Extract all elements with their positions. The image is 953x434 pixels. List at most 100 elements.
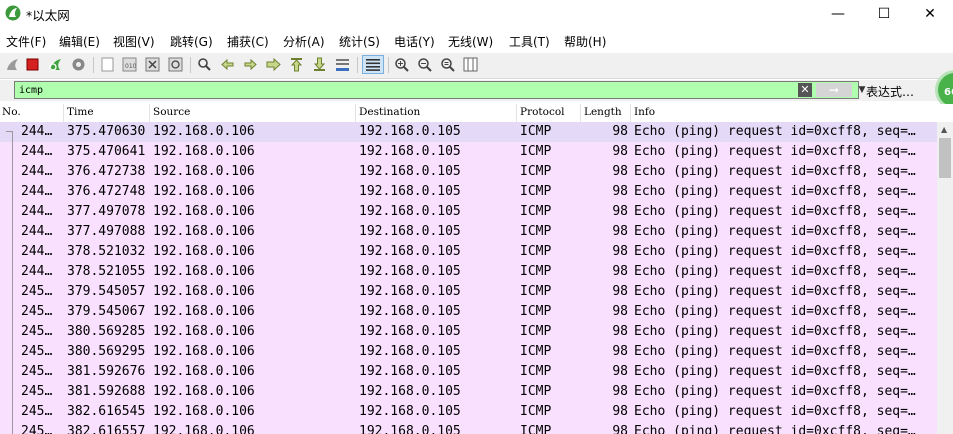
menu-view[interactable]: 视图(V) (113, 33, 155, 50)
packet-row[interactable]: 244… 378.521032 192.168.0.106 192.168.0.105… (0, 242, 937, 262)
column-header-length[interactable]: Length (584, 106, 622, 121)
packet-row[interactable]: 244… 376.472738 192.168.0.106 192.168.0.105… (0, 162, 937, 182)
stop-capture-icon[interactable] (24, 56, 41, 73)
wireshark-app-icon (5, 5, 21, 21)
menu-file[interactable]: 文件(F) (6, 33, 46, 50)
packet-source: 192.168.0.106 (153, 384, 255, 399)
packet-no: 245… (21, 304, 53, 319)
resize-columns-icon[interactable] (462, 56, 479, 73)
menu-statistics[interactable]: 统计(S) (339, 33, 380, 50)
packet-protocol: ICMP (520, 364, 552, 379)
packet-protocol: ICMP (520, 424, 552, 434)
packet-info: Echo (ping) request id=0xcff8, seq=… (634, 164, 916, 179)
column-header-protocol[interactable]: Protocol (520, 106, 565, 121)
badge-value: 66 (944, 87, 953, 98)
menu-analyze[interactable]: 分析(A) (283, 33, 325, 50)
menu-edit[interactable]: 编辑(E) (59, 33, 100, 50)
packet-time: 375.470641 (67, 144, 146, 159)
column-divider[interactable] (516, 104, 517, 122)
go-to-packet-icon[interactable] (265, 56, 282, 73)
column-header-source[interactable]: Source (153, 106, 190, 121)
packet-length: 98 (612, 244, 628, 259)
packet-time: 378.521055 (67, 264, 146, 279)
packet-row[interactable]: 245… 382.616545 192.168.0.106 192.168.0.105… (0, 402, 937, 422)
go-last-icon[interactable] (311, 56, 328, 73)
packet-source: 192.168.0.106 (153, 344, 255, 359)
column-header-info[interactable]: Info (634, 106, 655, 121)
scrollbar-thumb[interactable] (939, 138, 951, 178)
menu-wireless[interactable]: 无线(W) (448, 33, 493, 50)
autoscroll-icon[interactable] (334, 56, 351, 73)
minimize-button[interactable]: — (815, 0, 861, 28)
menu-telephony[interactable]: 电话(Y) (394, 33, 435, 50)
apply-filter-arrow-icon[interactable]: ➞ (816, 83, 852, 97)
packet-info: Echo (ping) request id=0xcff8, seq=… (634, 424, 916, 434)
column-divider[interactable] (149, 104, 150, 122)
packet-row[interactable]: 245… 380.569295 192.168.0.106 192.168.0.105… (0, 342, 937, 362)
packet-time: 381.592688 (67, 384, 146, 399)
menu-tools[interactable]: 工具(T) (509, 33, 550, 50)
packet-row[interactable]: 244… 377.497078 192.168.0.106 192.168.0.105… (0, 202, 937, 222)
selected-packet-row[interactable]: 244… 375.470630 192.168.0.106 192.168.0.105… (0, 122, 937, 142)
column-divider[interactable] (63, 104, 64, 122)
packet-length: 98 (612, 424, 628, 434)
go-first-icon[interactable] (288, 56, 305, 73)
packet-row[interactable]: 244… 378.521055 192.168.0.106 192.168.0.105… (0, 262, 937, 282)
column-divider[interactable] (630, 104, 631, 122)
column-divider[interactable] (355, 104, 356, 122)
packet-destination: 192.168.0.105 (359, 124, 461, 139)
scroll-up-arrow-icon[interactable]: ▲ (941, 125, 947, 134)
colorize-icon[interactable] (362, 55, 384, 74)
zoom-normal-icon[interactable] (439, 56, 456, 73)
packet-time: 381.592676 (67, 364, 146, 379)
main-toolbar: 010 (0, 53, 953, 79)
clear-filter-icon[interactable]: ✕ (798, 83, 812, 97)
packet-row[interactable]: 245… 379.545057 192.168.0.106 192.168.0.105… (0, 282, 937, 302)
packet-time: 380.569295 (67, 344, 146, 359)
packet-row[interactable]: 245… 380.569285 192.168.0.106 192.168.0.105… (0, 322, 937, 342)
packet-time: 377.497088 (67, 224, 146, 239)
packet-row[interactable]: 244… 376.472748 192.168.0.106 192.168.0.105… (0, 182, 937, 202)
go-forward-icon[interactable] (242, 56, 259, 73)
menu-capture[interactable]: 捕获(C) (227, 33, 269, 50)
expression-button[interactable]: 表达式… (866, 83, 914, 100)
close-file-icon[interactable] (144, 56, 161, 73)
title-bar: *以太网 — ☐ ✕ (0, 0, 953, 28)
menu-help[interactable]: 帮助(H) (564, 33, 606, 50)
packet-no: 244… (21, 224, 53, 239)
display-filter-input[interactable] (19, 82, 789, 98)
menu-go[interactable]: 跳转(G) (170, 33, 213, 50)
packet-destination: 192.168.0.105 (359, 344, 461, 359)
capture-options-icon[interactable] (70, 56, 87, 73)
zoom-out-icon[interactable] (416, 56, 433, 73)
packet-row[interactable]: 244… 377.497088 192.168.0.106 192.168.0.105… (0, 222, 937, 242)
packet-row[interactable]: 245… 379.545067 192.168.0.106 192.168.0.105… (0, 302, 937, 322)
packet-no: 245… (21, 404, 53, 419)
go-back-icon[interactable] (219, 56, 236, 73)
packet-destination: 192.168.0.105 (359, 404, 461, 419)
packet-no: 244… (21, 124, 53, 139)
open-file-icon[interactable] (99, 56, 116, 73)
column-divider[interactable] (580, 104, 581, 122)
column-header-destination[interactable]: Destination (359, 106, 420, 121)
packet-source: 192.168.0.106 (153, 124, 255, 139)
packet-protocol: ICMP (520, 324, 552, 339)
packet-no: 245… (21, 364, 53, 379)
save-file-icon[interactable]: 010 (121, 56, 138, 73)
zoom-in-icon[interactable] (393, 56, 410, 73)
maximize-button[interactable]: ☐ (861, 0, 907, 28)
packet-info: Echo (ping) request id=0xcff8, seq=… (634, 284, 916, 299)
close-button[interactable]: ✕ (907, 0, 953, 28)
column-header-no[interactable]: No. (2, 106, 21, 121)
packet-row[interactable]: 244… 375.470641 192.168.0.106 192.168.0.105… (0, 142, 937, 162)
column-header-time[interactable]: Time (67, 106, 94, 121)
packet-row[interactable]: 245… 381.592676 192.168.0.106 192.168.0.105… (0, 362, 937, 382)
shark-fin-start-icon[interactable] (4, 56, 21, 73)
packet-row[interactable]: 245… 382.616557 192.168.0.106 192.168.0.105… (0, 422, 937, 434)
packet-list-scrollbar[interactable]: ▲ (937, 122, 953, 434)
restart-capture-icon[interactable] (47, 56, 64, 73)
reload-file-icon[interactable] (167, 56, 184, 73)
packet-no: 245… (21, 424, 53, 434)
find-packet-icon[interactable] (196, 56, 213, 73)
packet-row[interactable]: 245… 381.592688 192.168.0.106 192.168.0.105… (0, 382, 937, 402)
